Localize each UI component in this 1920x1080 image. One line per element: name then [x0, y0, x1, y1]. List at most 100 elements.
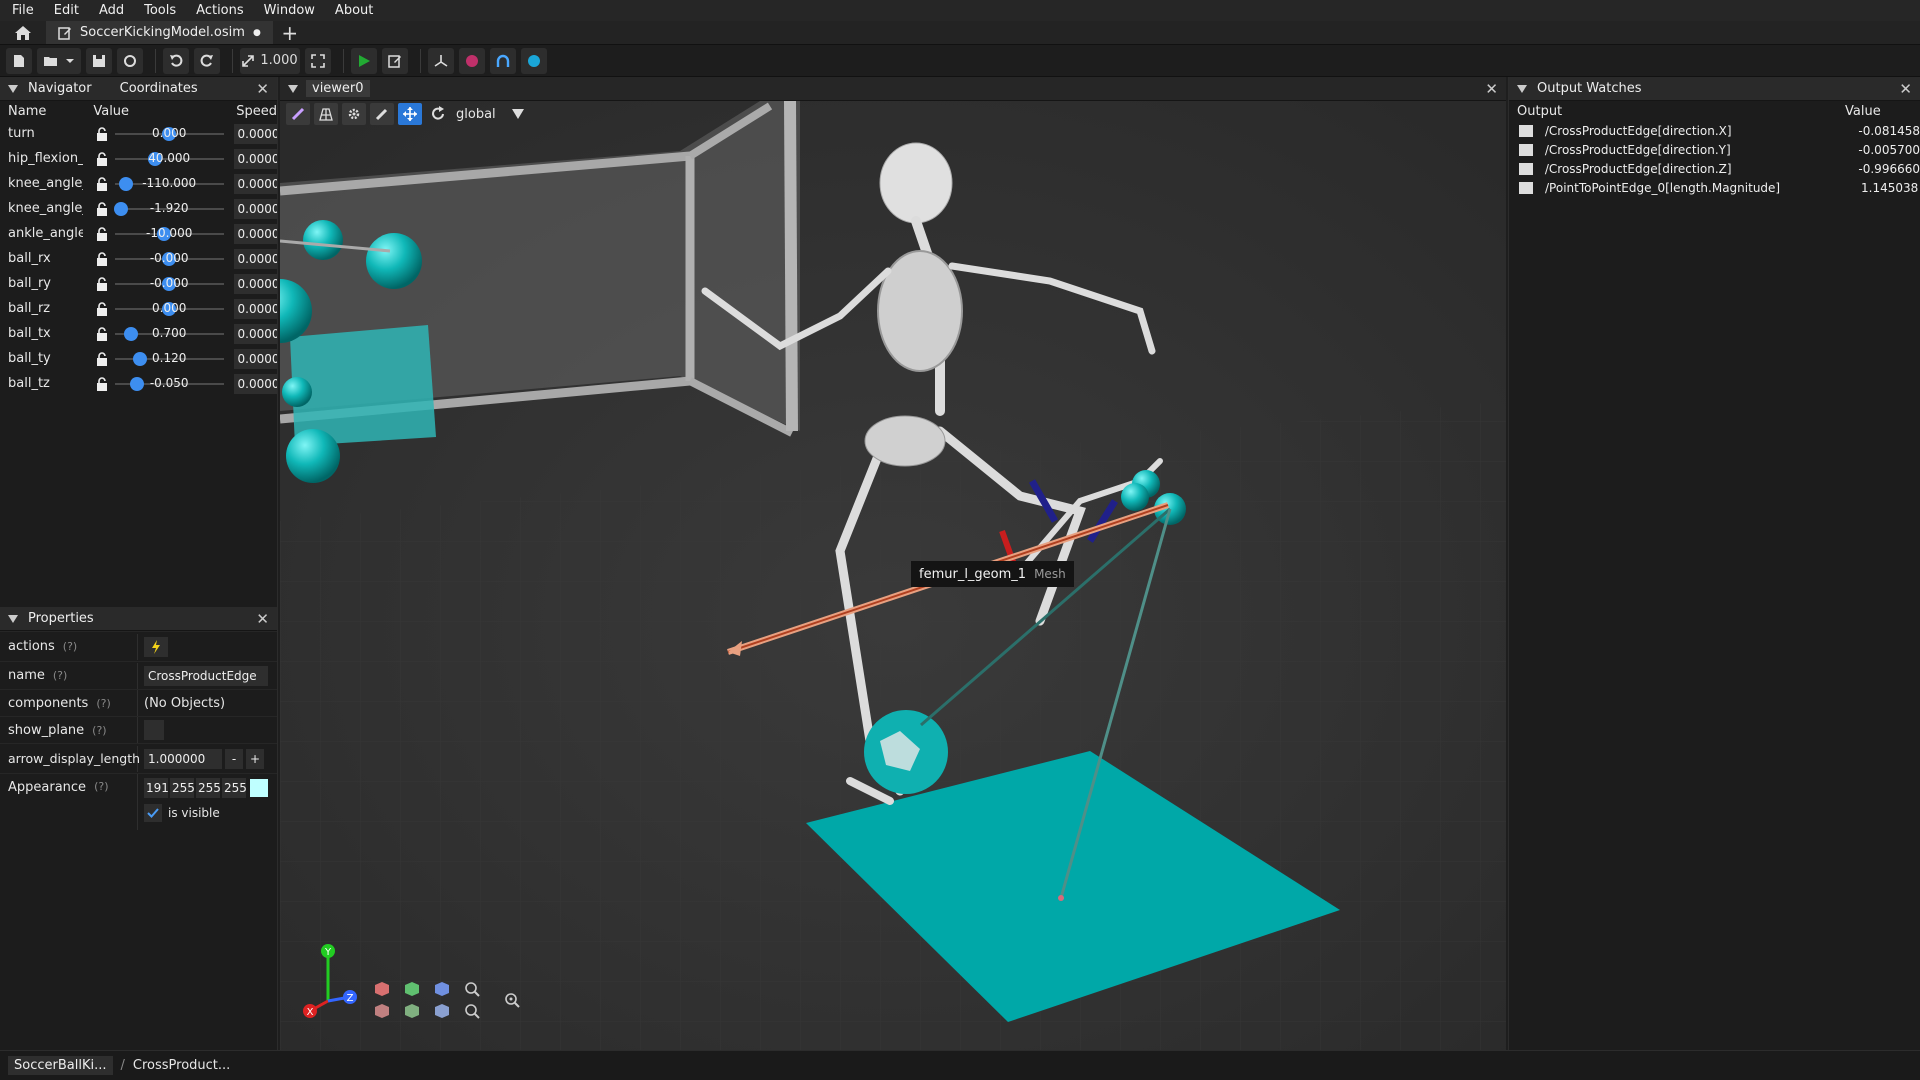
zoom-in-icon[interactable] [464, 981, 480, 997]
view-cube-neg-x-icon[interactable] [374, 1003, 390, 1019]
menu-about[interactable]: About [335, 3, 373, 18]
zoom-out-icon[interactable] [464, 1003, 480, 1019]
lock-icon[interactable] [96, 326, 110, 341]
frame-select-dropdown[interactable]: global [454, 107, 524, 122]
coordinate-speed-input[interactable]: 0.0000 [233, 198, 277, 219]
menu-edit[interactable]: Edit [54, 3, 79, 18]
coordinate-speed-input[interactable]: 0.0000 [233, 173, 277, 194]
lock-icon[interactable] [96, 376, 110, 391]
coordinate-speed-input[interactable]: 0.0000 [233, 348, 277, 369]
collapse-triangle-icon[interactable] [288, 84, 298, 93]
reload-button[interactable] [117, 47, 143, 74]
color-a-input[interactable]: 255 [222, 778, 247, 798]
help-marker[interactable]: (?) [53, 669, 67, 682]
new-file-button[interactable] [6, 47, 32, 74]
visibility-toggle[interactable]: is visible [144, 804, 268, 822]
coordinate-speed-input[interactable]: 0.0000 [233, 148, 277, 169]
menu-add[interactable]: Add [99, 3, 124, 18]
coordinate-speed-input[interactable]: 0.0000 [233, 298, 277, 319]
coordinate-slider[interactable]: 0.000 [114, 300, 224, 318]
tab-model-file[interactable]: SoccerKickingModel.osim ● [46, 21, 273, 44]
autoscale-button[interactable] [305, 47, 331, 74]
delete-watch-icon[interactable] [1519, 162, 1533, 175]
coordinates-tab[interactable]: Coordinates [120, 81, 198, 96]
arrow-length-input[interactable]: 1.000000 [144, 748, 222, 769]
lock-icon[interactable] [96, 201, 110, 216]
view-cube-x-icon[interactable] [374, 981, 390, 997]
coordinate-slider[interactable]: -0.050 [114, 375, 224, 393]
add-joint-button[interactable] [490, 47, 516, 74]
color-b-input[interactable]: 255 [196, 778, 221, 798]
coordinate-slider[interactable]: 0.120 [114, 350, 224, 368]
increment-button[interactable]: + [246, 748, 264, 769]
color-r-input[interactable]: 191 [144, 778, 169, 798]
breadcrumb-model[interactable]: SoccerBallKi... [8, 1056, 113, 1075]
view-cube-neg-z-icon[interactable] [434, 1003, 450, 1019]
color-g-input[interactable]: 255 [170, 778, 195, 798]
open-file-button[interactable] [37, 47, 81, 74]
lock-icon[interactable] [96, 276, 110, 291]
coordinate-speed-input[interactable]: 0.0000 [233, 373, 277, 394]
autofocus-icon[interactable] [504, 992, 520, 1008]
coordinate-slider[interactable]: -10.000 [114, 225, 224, 243]
ruler-button[interactable] [286, 103, 310, 125]
help-marker[interactable]: (?) [92, 724, 106, 737]
actions-button[interactable] [144, 636, 168, 657]
rotate-gizmo-button[interactable] [426, 103, 450, 125]
add-frame-button[interactable] [428, 47, 454, 74]
viewer-tab[interactable]: viewer0 [306, 80, 370, 97]
navigator-title[interactable]: Navigator [28, 81, 92, 96]
help-marker[interactable]: (?) [63, 640, 77, 653]
menu-tools[interactable]: Tools [144, 3, 176, 18]
lock-icon[interactable] [96, 226, 110, 241]
coordinate-slider[interactable]: 0.000 [114, 125, 224, 143]
color-swatch[interactable] [250, 779, 268, 797]
coordinate-slider[interactable]: -1.920 [114, 200, 224, 218]
close-navigator-icon[interactable]: ✕ [256, 80, 269, 98]
lock-icon[interactable] [96, 301, 110, 316]
menu-window[interactable]: Window [264, 3, 315, 18]
coordinate-slider[interactable]: -0.000 [114, 275, 224, 293]
translate-gizmo-button[interactable] [398, 103, 422, 125]
name-input[interactable]: CrossProductEdge [144, 665, 268, 686]
is-visible-checkbox[interactable] [144, 804, 162, 822]
collapse-triangle-icon[interactable] [8, 84, 18, 93]
simulate-button[interactable] [351, 47, 377, 74]
menu-file[interactable]: File [12, 3, 34, 18]
help-marker[interactable]: (?) [96, 697, 110, 710]
viewer-settings-button[interactable] [342, 103, 366, 125]
coordinate-speed-input[interactable]: 0.0000 [233, 223, 277, 244]
add-body-button[interactable] [459, 47, 485, 74]
undo-button[interactable] [163, 47, 189, 74]
coordinate-slider[interactable]: 0.700 [114, 325, 224, 343]
coordinate-speed-input[interactable]: 0.0000 [233, 248, 277, 269]
view-cube-neg-y-icon[interactable] [404, 1003, 420, 1019]
home-tab[interactable] [0, 21, 46, 44]
help-marker[interactable]: (?) [94, 780, 108, 793]
view-cube-z-icon[interactable] [434, 981, 450, 997]
close-properties-icon[interactable]: ✕ [256, 610, 269, 628]
lock-icon[interactable] [96, 151, 110, 166]
lock-icon[interactable] [96, 176, 110, 191]
measure-button[interactable] [370, 103, 394, 125]
close-viewer-icon[interactable]: ✕ [1485, 80, 1498, 98]
coordinate-slider[interactable]: -110.000 [114, 175, 224, 193]
scale-factor-control[interactable]: 1.000 [240, 47, 300, 74]
save-button[interactable] [86, 47, 112, 74]
delete-watch-icon[interactable] [1519, 143, 1533, 156]
coordinate-slider[interactable]: 40.000 [114, 150, 224, 168]
3d-scene[interactable]: Y X Z [280, 101, 1506, 1050]
lock-icon[interactable] [96, 351, 110, 366]
view-cube-y-icon[interactable] [404, 981, 420, 997]
coordinate-speed-input[interactable]: 0.0000 [233, 123, 277, 144]
add-tab-button[interactable]: + [273, 21, 307, 45]
show-plane-checkbox[interactable] [144, 720, 164, 740]
close-watches-icon[interactable]: ✕ [1899, 80, 1912, 98]
lock-icon[interactable] [96, 126, 110, 141]
edit-simulation-button[interactable] [382, 47, 408, 74]
coordinate-speed-input[interactable]: 0.0000 [233, 273, 277, 294]
redo-button[interactable] [194, 47, 220, 74]
scene-options-button[interactable] [314, 103, 338, 125]
coordinate-speed-input[interactable]: 0.0000 [233, 323, 277, 344]
breadcrumb-component[interactable]: CrossProduct... [133, 1058, 230, 1073]
